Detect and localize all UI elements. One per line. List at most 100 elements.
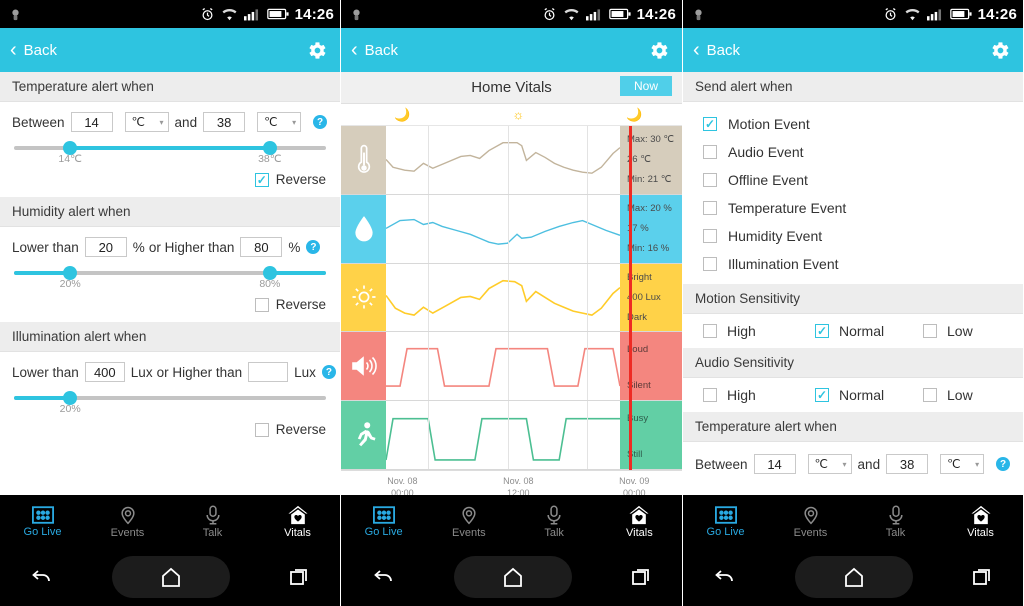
temperature-min-input[interactable]: 14 — [70, 112, 113, 132]
motion-high-checkbox[interactable] — [703, 324, 717, 338]
p3-temperature-min-unit-select[interactable]: ℃ ▾ — [807, 454, 852, 474]
app-header: ‹ Back — [683, 28, 1023, 72]
humidity-help-icon[interactable]: ? — [306, 240, 321, 254]
back-button[interactable]: ‹ Back — [10, 40, 57, 60]
grid-icon — [372, 505, 395, 524]
audio-low-checkbox[interactable] — [923, 388, 937, 402]
checkbox-row-offline-event[interactable]: Offline Event — [683, 166, 1023, 194]
humidity-reverse-row[interactable]: Reverse — [0, 295, 340, 322]
tab-go-live[interactable]: Go Live — [683, 505, 768, 538]
motion-event-label: Motion Event — [728, 116, 810, 132]
nav-home-button[interactable] — [111, 556, 230, 598]
nav-recents-icon[interactable] — [289, 566, 311, 588]
now-button[interactable]: Now — [619, 76, 672, 96]
back-button[interactable]: ‹ Back — [351, 40, 398, 60]
audio-high-checkbox[interactable] — [703, 388, 717, 402]
illumination-slider-ticks: 20% — [14, 400, 326, 418]
audio-sensitivity-low[interactable]: Low — [923, 387, 973, 403]
humidity-slider[interactable]: 20% 80% — [0, 259, 340, 295]
offline-event-checkbox[interactable] — [703, 173, 717, 187]
tab-go-live-label: Go Live — [364, 525, 403, 538]
nav-back-icon[interactable] — [29, 565, 53, 589]
nav-recents-icon[interactable] — [631, 566, 653, 588]
section-header-humidity: Humidity alert when — [0, 197, 340, 227]
audio-sensitivity-high[interactable]: High — [703, 387, 815, 403]
humidity-high-input[interactable]: 80 — [240, 237, 283, 257]
illumination-high-input[interactable] — [248, 362, 289, 382]
motion-sensitivity-options: High ✓ Normal Low — [683, 314, 1023, 348]
illumination-low-input[interactable]: 400 — [84, 362, 125, 382]
gear-icon[interactable] — [647, 39, 670, 62]
nav-home-icon — [162, 567, 180, 587]
bottom-tab-bar: Go Live Events Talk Vitals — [0, 495, 340, 548]
humidity-reverse-checkbox[interactable] — [254, 297, 269, 312]
nav-recents-icon[interactable] — [972, 566, 994, 588]
temperature-max-unit-select[interactable]: ℃ ▾ — [257, 112, 302, 132]
tab-events[interactable]: Events — [426, 505, 511, 539]
checkbox-row-audio-event[interactable]: Audio Event — [683, 138, 1023, 166]
temperature-reverse-checkbox[interactable]: ✓ — [254, 172, 269, 187]
tab-events[interactable]: Events — [85, 505, 170, 539]
temperature-reverse-row[interactable]: ✓ Reverse — [0, 170, 340, 197]
tab-go-live[interactable]: Go Live — [341, 505, 426, 538]
tab-talk-label: Talk — [885, 526, 906, 539]
motion-sensitivity-normal[interactable]: ✓ Normal — [815, 323, 923, 339]
p3-temperature-min-input[interactable]: 14 — [753, 454, 796, 474]
nav-home-button[interactable] — [794, 556, 913, 598]
audio-sensitivity-normal[interactable]: ✓ Normal — [815, 387, 923, 403]
back-button[interactable]: ‹ Back — [693, 40, 740, 60]
illumination-event-checkbox[interactable] — [703, 257, 717, 271]
tab-talk[interactable]: Talk — [170, 505, 255, 539]
motion-event-checkbox[interactable]: ✓ — [703, 117, 717, 131]
p3-temperature-help-icon[interactable]: ? — [996, 457, 1011, 471]
p3-temperature-max-unit-select[interactable]: ℃ ▾ — [940, 454, 985, 474]
motion-low-checkbox[interactable] — [923, 324, 937, 338]
tab-talk[interactable]: Talk — [853, 505, 938, 539]
tab-talk[interactable]: Talk — [512, 505, 597, 539]
back-label: Back — [364, 41, 399, 59]
illumination-reverse-checkbox[interactable] — [254, 422, 269, 437]
checkbox-row-temperature-event[interactable]: Temperature Event — [683, 194, 1023, 222]
battery-icon — [266, 8, 289, 20]
gear-icon[interactable] — [988, 39, 1011, 62]
checkbox-row-motion-event[interactable]: ✓ Motion Event — [683, 110, 1023, 138]
motion-normal-checkbox[interactable]: ✓ — [815, 324, 829, 338]
nav-back-icon[interactable] — [712, 565, 736, 589]
nav-home-button[interactable] — [453, 556, 572, 598]
tab-vitals[interactable]: Vitals — [597, 505, 682, 539]
audio-event-checkbox[interactable] — [703, 145, 717, 159]
tab-vitals[interactable]: Vitals — [938, 505, 1023, 539]
temperature-event-checkbox[interactable] — [703, 201, 717, 215]
temperature-help-icon[interactable]: ? — [313, 115, 328, 129]
illumination-series — [386, 264, 620, 332]
motion-sensitivity-high[interactable]: High — [703, 323, 815, 339]
humidity-middle-label: or Higher than — [148, 239, 235, 255]
chart-plot-audio — [386, 332, 620, 401]
temperature-slider[interactable]: 14℃ 38℃ — [0, 134, 340, 170]
pin-icon — [803, 506, 818, 524]
temperature-series — [386, 126, 620, 194]
moon-icon: 🌙 — [626, 107, 643, 122]
motion-sensitivity-low[interactable]: Low — [923, 323, 973, 339]
tab-events[interactable]: Events — [768, 505, 853, 539]
house-heart-icon — [629, 505, 649, 524]
illumination-help-icon[interactable]: ? — [321, 365, 336, 379]
temperature-max-input[interactable]: 38 — [203, 112, 246, 132]
nav-back-icon[interactable] — [371, 565, 395, 589]
status-bar-right: 14:26 — [542, 6, 676, 23]
battery-icon — [608, 8, 631, 20]
tab-vitals[interactable]: Vitals — [255, 505, 340, 539]
humidity-event-checkbox[interactable] — [703, 229, 717, 243]
tab-go-live[interactable]: Go Live — [0, 505, 85, 538]
temperature-min-unit-select[interactable]: ℃ ▾ — [124, 112, 169, 132]
tab-events-label: Events — [110, 526, 145, 539]
humidity-low-input[interactable]: 20 — [84, 237, 127, 257]
illumination-reverse-row[interactable]: Reverse — [0, 420, 340, 447]
p3-temperature-max-input[interactable]: 38 — [886, 454, 929, 474]
gear-icon[interactable] — [305, 39, 328, 62]
audio-normal-checkbox[interactable]: ✓ — [815, 388, 829, 402]
checkbox-row-humidity-event[interactable]: Humidity Event — [683, 222, 1023, 250]
checkbox-row-illumination-event[interactable]: Illumination Event — [683, 250, 1023, 278]
three-panel-screenshot: 14:26 ‹ Back Temperature alert when Betw… — [0, 0, 1024, 606]
illumination-slider[interactable]: 20% — [0, 384, 340, 420]
